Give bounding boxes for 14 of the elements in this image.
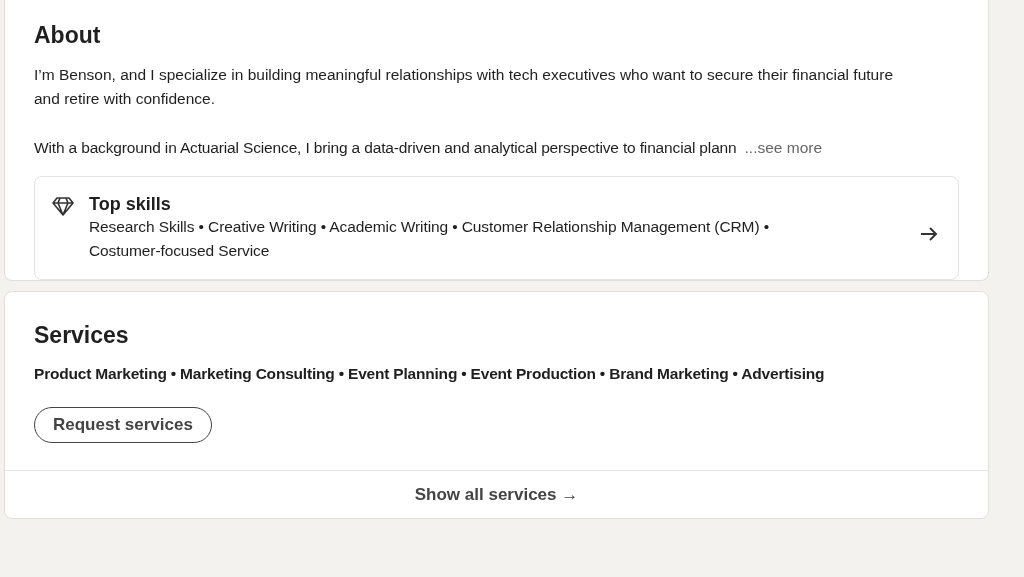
diamond-icon — [51, 194, 75, 218]
top-skills-title: Top skills — [89, 193, 172, 215]
arrow-right-icon — [920, 227, 938, 241]
show-all-services-link[interactable]: Show all services → — [5, 470, 988, 518]
about-paragraph: I’m Benson, and I specialize in building meaningful relationships with tech executives who want to secure their financial future and retire with confidence. — [34, 65, 894, 109]
services-list: Product Marketing • Marketing Consulting • Event Planning • Event Production • Brand Marketing • Advertising — [34, 365, 959, 383]
section-title: Services — [34, 322, 130, 349]
see-more-link[interactable]: ...see more — [744, 136, 823, 160]
top-skills-card[interactable]: Top skills Research Skills • Creative Writing • Academic Writing • Customer Relationship Management (CRM) • Costumer-focused Service — [34, 176, 959, 280]
about-paragraph: With a background in Actuarial Science, I bring a data-driven and analytical perspective to financial plann — [34, 138, 737, 158]
skills-list: Costumer-focused Service — [89, 239, 920, 263]
request-services-button[interactable]: Request services — [34, 407, 212, 443]
section-title: About — [34, 22, 102, 49]
skills-list: Research Skills • Creative Writing • Academic Writing • Customer Relationship Management (CRM) • — [89, 215, 920, 239]
